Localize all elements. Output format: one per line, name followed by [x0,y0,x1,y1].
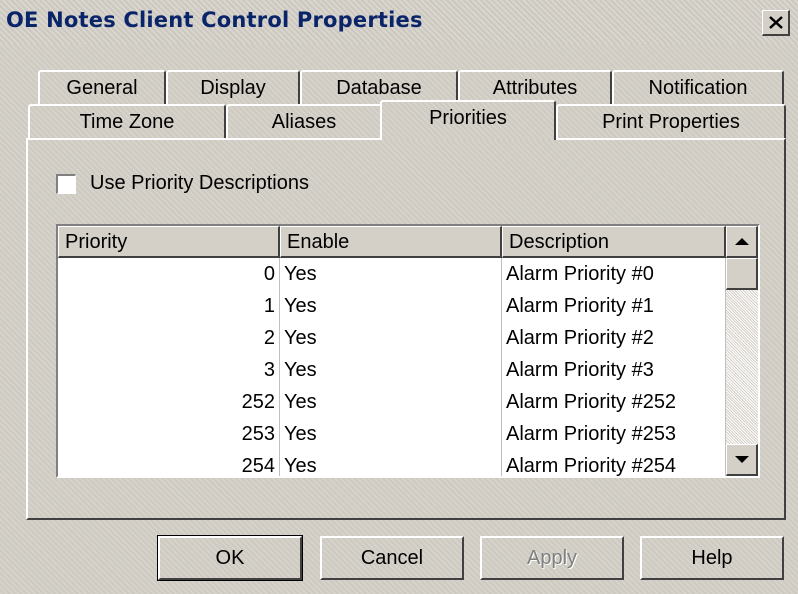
description-cell: Alarm Priority #254 [502,450,726,476]
use-priority-descriptions-label[interactable]: Use Priority Descriptions [90,172,309,195]
scroll-down-button[interactable] [726,444,758,476]
priority-cell: 252 [58,386,280,418]
tab-label: Time Zone [79,111,175,133]
tab-print-properties[interactable]: Print Properties [556,104,786,140]
tab-label: Priorities [429,107,507,129]
enable-cell: Yes [280,290,502,322]
use-priority-descriptions-checkbox[interactable] [56,174,76,194]
tab-priorities[interactable]: Priorities [380,100,556,140]
enable-cell: Yes [280,450,502,476]
help-button[interactable]: Help [640,536,784,580]
ok-button[interactable]: OK [157,535,303,581]
description-cell: Alarm Priority #1 [502,290,726,322]
tab-notification[interactable]: Notification [612,70,784,106]
close-icon [769,16,783,29]
tab-label: Print Properties [602,111,740,133]
enable-cell: Yes [280,386,502,418]
scroll-up-arrow-icon [735,238,749,245]
description-cell: Alarm Priority #0 [502,258,726,290]
description-cell: Alarm Priority #2 [502,322,726,354]
properties-dialog: OE Notes Client Control Properties Gener… [0,0,798,594]
priority-cell: 2 [58,322,280,354]
tab-label: Aliases [271,111,337,133]
column-header-priority[interactable]: Priority [58,226,280,258]
apply-button[interactable]: Apply [480,536,624,580]
table-row[interactable]: 2 Yes Alarm Priority #2 [58,322,726,354]
window-title: OE Notes Client Control Properties [6,8,423,32]
title-bar: OE Notes Client Control Properties [0,0,798,44]
table-header: Priority Enable Description [58,226,726,260]
tab-label: Display [200,77,266,99]
priority-cell: 1 [58,290,280,322]
table-row[interactable]: 252 Yes Alarm Priority #252 [58,386,726,418]
column-header-enable[interactable]: Enable [280,226,502,258]
close-button[interactable] [762,10,790,36]
tab-display[interactable]: Display [166,70,300,106]
enable-cell: Yes [280,418,502,450]
table-row[interactable]: 254 Yes Alarm Priority #254 [58,450,726,476]
tab-label: Database [336,77,422,99]
table-row[interactable]: 0 Yes Alarm Priority #0 [58,258,726,290]
scroll-up-button[interactable] [726,226,758,258]
priority-cell: 3 [58,354,280,386]
table-row[interactable]: 3 Yes Alarm Priority #3 [58,354,726,386]
tab-aliases[interactable]: Aliases [226,104,382,140]
tab-time-zone[interactable]: Time Zone [28,104,226,140]
priority-cell: 253 [58,418,280,450]
enable-cell: Yes [280,258,502,290]
enable-cell: Yes [280,354,502,386]
priority-cell: 0 [58,258,280,290]
vertical-scrollbar[interactable] [726,226,758,476]
description-cell: Alarm Priority #253 [502,418,726,450]
scrollbar-thumb[interactable] [726,258,758,290]
tab-general[interactable]: General [38,70,166,106]
tab-label: Notification [648,77,748,99]
enable-cell: Yes [280,322,502,354]
priorities-table: Priority Enable Description 0 Yes Alarm … [56,224,760,478]
table-row[interactable]: 1 Yes Alarm Priority #1 [58,290,726,322]
cancel-button[interactable]: Cancel [320,536,464,580]
priority-cell: 254 [58,450,280,476]
table-row[interactable]: 253 Yes Alarm Priority #253 [58,418,726,450]
description-cell: Alarm Priority #3 [502,354,726,386]
description-cell: Alarm Priority #252 [502,386,726,418]
scroll-down-arrow-icon [735,456,749,463]
tab-label: Attributes [492,77,578,99]
tab-label: General [66,77,138,99]
column-header-description[interactable]: Description [502,226,726,258]
